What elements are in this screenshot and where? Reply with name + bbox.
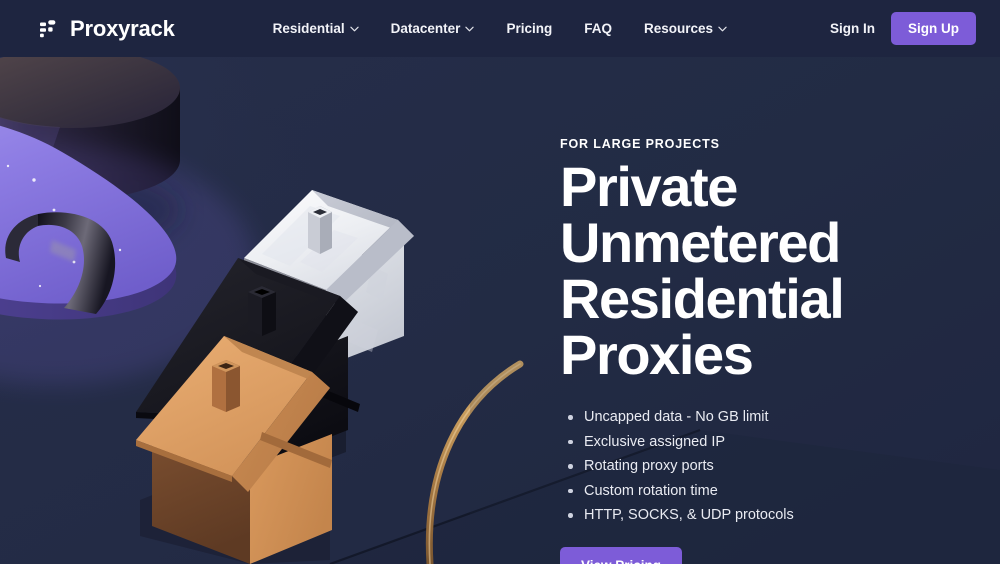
nav-label-residential: Residential bbox=[272, 21, 345, 36]
hero-copy: FOR LARGE PROJECTS Private Unmetered Res… bbox=[560, 137, 980, 564]
brand-name: Proxyrack bbox=[70, 15, 175, 41]
headline-line-3: Residential bbox=[560, 267, 845, 330]
auth-actions: Sign In Sign Up bbox=[830, 12, 976, 45]
nav-item-resources[interactable]: Resources bbox=[644, 21, 727, 36]
headline-line-4: Proxies bbox=[560, 323, 754, 386]
brand-logo[interactable]: Proxyrack bbox=[40, 16, 175, 42]
nav-label-faq: FAQ bbox=[584, 21, 612, 36]
nav-item-datacenter[interactable]: Datacenter bbox=[391, 21, 475, 36]
proxyrack-mark-icon bbox=[40, 19, 56, 37]
sign-up-button[interactable]: Sign Up bbox=[891, 12, 976, 45]
headline-line-1: Private bbox=[560, 155, 738, 218]
feature-item: Custom rotation time bbox=[560, 481, 980, 501]
hero-feature-list: Uncapped data - No GB limit Exclusive as… bbox=[560, 407, 980, 525]
view-pricing-button[interactable]: View Pricing bbox=[560, 547, 683, 564]
chimney-black-house bbox=[248, 286, 276, 336]
nav-item-faq[interactable]: FAQ bbox=[584, 21, 612, 36]
top-navigation-bar: Proxyrack Residential Datacenter Pricing… bbox=[0, 0, 1000, 57]
nav-label-pricing: Pricing bbox=[506, 21, 553, 36]
chimney-white-house bbox=[308, 206, 332, 254]
feature-item: Uncapped data - No GB limit bbox=[560, 407, 980, 427]
hero-headline: Private Unmetered Residential Proxies bbox=[560, 159, 980, 383]
sign-in-link[interactable]: Sign In bbox=[830, 21, 875, 36]
headline-line-2: Unmetered bbox=[560, 211, 841, 274]
chevron-down-icon bbox=[349, 26, 359, 31]
nav-label-datacenter: Datacenter bbox=[390, 21, 461, 36]
chevron-down-icon bbox=[465, 26, 475, 31]
nav-label-resources: Resources bbox=[643, 21, 714, 36]
chimney-orange-house bbox=[212, 360, 240, 412]
feature-item: Exclusive assigned IP bbox=[560, 432, 980, 452]
page-root: Proxyrack Residential Datacenter Pricing… bbox=[0, 0, 1000, 564]
chevron-down-icon bbox=[718, 26, 727, 31]
feature-item: Rotating proxy ports bbox=[560, 456, 980, 476]
primary-nav: Residential Datacenter Pricing FAQ Resou… bbox=[273, 21, 727, 36]
nav-item-residential[interactable]: Residential bbox=[273, 21, 359, 36]
nav-item-pricing[interactable]: Pricing bbox=[506, 21, 552, 36]
hero-eyebrow: FOR LARGE PROJECTS bbox=[560, 137, 720, 151]
feature-item: HTTP, SOCKS, & UDP protocols bbox=[560, 505, 980, 525]
